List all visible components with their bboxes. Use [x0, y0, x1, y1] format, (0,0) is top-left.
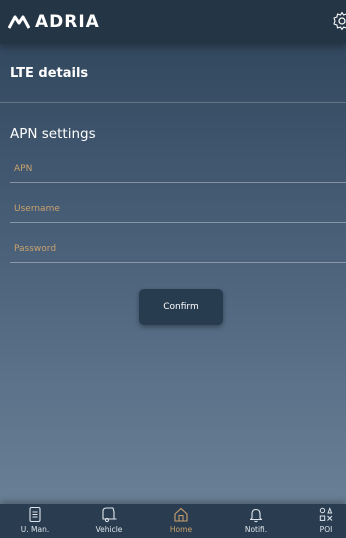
confirm-button[interactable]: Confirm — [139, 289, 223, 325]
brand-logo: ADRIA — [8, 12, 100, 32]
vehicle-icon — [102, 507, 117, 523]
username-input[interactable] — [14, 204, 334, 214]
home-icon — [174, 507, 188, 522]
apn-field — [10, 144, 346, 183]
nav-item-label: Vehicle — [95, 525, 123, 534]
nav-item-label: U. Man. — [20, 525, 50, 534]
manual-icon — [29, 506, 41, 523]
bottom-navigation: U. Man. Vehicle Home Notifi. POI — [0, 504, 346, 538]
nav-item-user-manual[interactable]: U. Man. — [5, 506, 65, 538]
nav-item-label: Notifi. — [244, 525, 268, 534]
gear-icon[interactable] — [332, 11, 346, 31]
lte-details-title: LTE details — [10, 66, 89, 81]
nav-item-home[interactable]: Home — [151, 506, 211, 538]
adria-logo-icon — [8, 15, 30, 29]
apn-input[interactable] — [14, 164, 334, 174]
bell-icon — [249, 508, 263, 523]
nav-item-label: POI — [319, 525, 333, 534]
username-field — [10, 184, 346, 223]
section-divider — [0, 102, 346, 103]
nav-item-vehicle[interactable]: Vehicle — [79, 506, 139, 538]
nav-item-label: Home — [169, 525, 193, 534]
password-field — [10, 224, 346, 263]
password-input[interactable] — [14, 244, 334, 254]
top-app-bar: ADRIA — [0, 0, 346, 44]
nav-item-notifications[interactable]: Notifi. — [226, 506, 286, 538]
apn-settings-title: APN settings — [10, 126, 96, 142]
brand-name: ADRIA — [35, 12, 100, 32]
poi-icon — [319, 507, 333, 521]
nav-item-poi[interactable]: POI — [296, 506, 346, 538]
